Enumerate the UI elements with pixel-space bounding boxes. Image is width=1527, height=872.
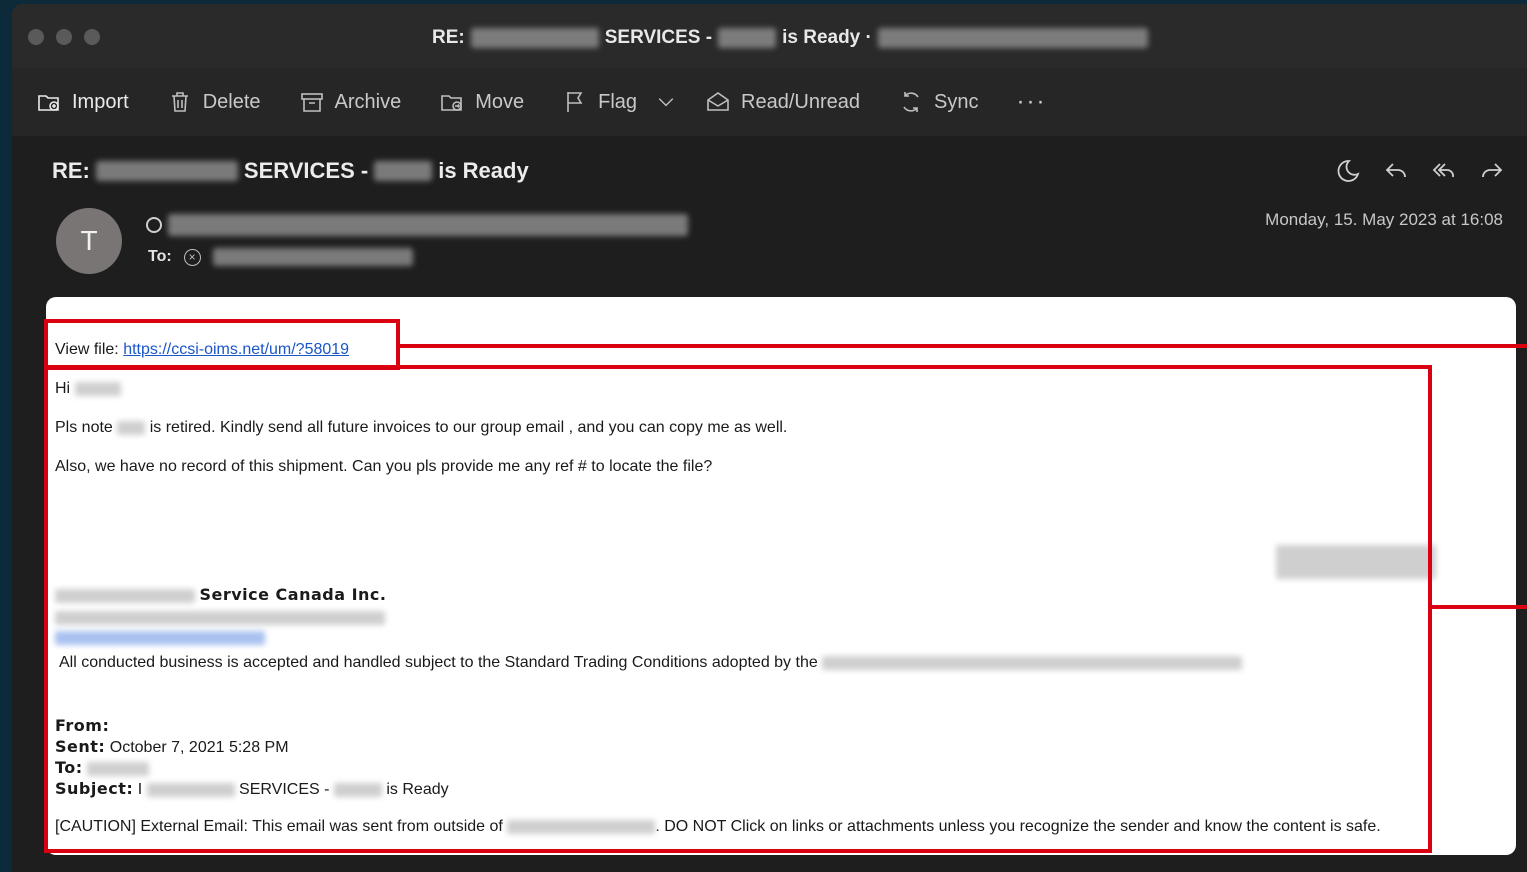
highlight-body [44,365,1432,853]
reply-all-icon[interactable] [1431,158,1457,184]
forward-icon[interactable] [1479,158,1505,184]
redacted-text [718,28,777,48]
remove-recipient-icon[interactable]: × [183,248,201,266]
redacted-text [877,28,1148,48]
toolbar: Import Delete Archive Move Flag Read/Unr… [12,68,1527,136]
sync-label: Sync [933,90,979,113]
redacted-text [374,161,433,181]
window-title-mid: SERVICES - [604,27,713,48]
move-folder-icon [441,95,463,111]
archive-button[interactable]: Archive [299,89,402,115]
redacted-sender [168,214,688,236]
zoom-window-button[interactable] [84,29,100,45]
archive-icon [300,93,323,112]
envelope-open-icon [707,92,729,111]
sender-row [146,214,688,236]
import-button[interactable]: Import [36,89,129,115]
minimize-window-button[interactable] [56,29,72,45]
subject-suffix: is Ready [438,158,529,183]
read-unread-button[interactable]: Read/Unread [705,89,860,115]
window-title-suffix: is Ready · [782,27,872,48]
redacted-text [95,161,238,181]
recipient-row: To: × [148,248,413,266]
archive-label: Archive [334,90,402,113]
delete-button[interactable]: Delete [167,89,261,115]
import-icon [38,95,59,111]
highlight-view-file [44,319,400,370]
trash-icon [171,92,188,112]
message-actions [1335,158,1505,184]
message-subject: RE: SERVICES - is Ready [52,158,529,184]
sync-button[interactable]: Sync [898,89,978,115]
window-title: RE: SERVICES - is Ready · [432,24,1148,52]
chevron-down-icon[interactable] [655,89,677,115]
status-circle-icon [146,217,162,233]
subject-mid: SERVICES - [243,158,369,183]
redacted-recipient [212,248,413,266]
reply-icon[interactable] [1383,158,1409,184]
message-header: RE: SERVICES - is Ready T To: × Monday, … [12,136,1527,296]
message-date: Monday, 15. May 2023 at 16:08 [1265,210,1503,229]
highlight-connector-body [1430,605,1527,609]
more-button[interactable]: ··· [1016,88,1046,116]
window-title-prefix: RE: [432,27,465,48]
redacted-text [470,28,599,48]
move-button[interactable]: Move [439,89,524,115]
flag-label: Flag [598,90,638,113]
flag-button[interactable]: Flag [562,89,677,115]
flag-icon [567,92,583,112]
import-label: Import [72,90,129,113]
subject-prefix: RE: [52,158,90,183]
highlight-connector-top [398,344,1527,348]
to-label: To: [148,248,172,265]
read-unread-label: Read/Unread [741,90,860,113]
title-bar: RE: SERVICES - is Ready · [12,4,1527,68]
delete-label: Delete [202,90,261,113]
close-window-button[interactable] [28,29,44,45]
sync-icon [903,92,919,112]
move-label: Move [475,90,525,113]
snooze-moon-icon[interactable] [1335,158,1361,184]
avatar: T [56,208,122,274]
